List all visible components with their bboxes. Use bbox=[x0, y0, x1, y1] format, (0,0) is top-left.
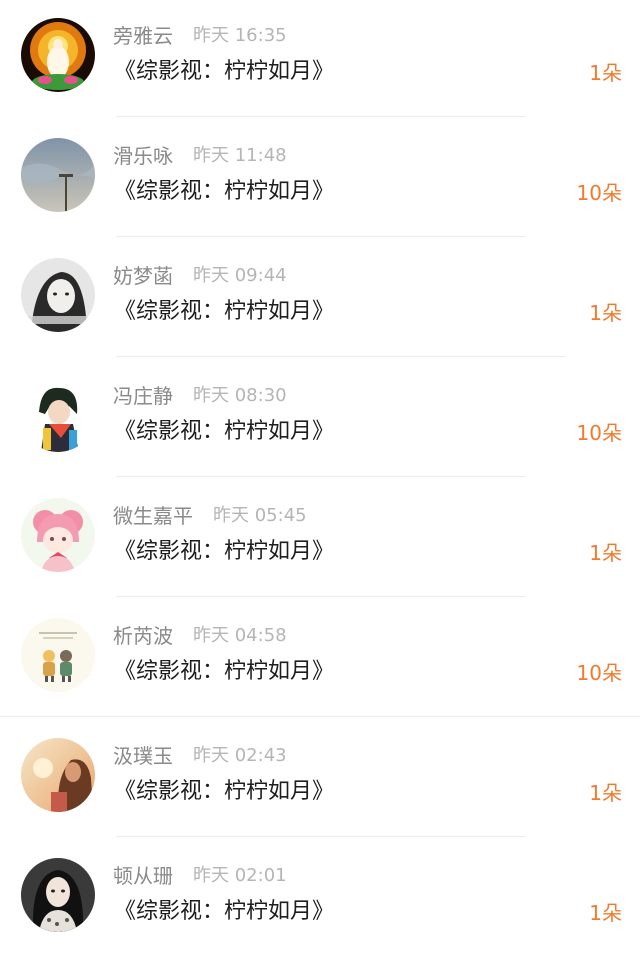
list-item[interactable]: 析芮波 昨天 04:58 《综影视：柠柠如月》 10朵 bbox=[0, 600, 640, 720]
row-divider bbox=[116, 116, 526, 117]
list-item[interactable]: 汲璞玉 昨天 02:43 《综影视：柠柠如月》 1朵 bbox=[0, 720, 640, 840]
gift-time: 昨天 04:58 bbox=[193, 625, 287, 646]
list-item[interactable]: 滑乐咏 昨天 11:48 《综影视：柠柠如月》 10朵 bbox=[0, 120, 640, 240]
list-item[interactable]: 妨梦菡 昨天 09:44 《综影视：柠柠如月》 1朵 bbox=[0, 240, 640, 360]
user-name[interactable]: 旁雅云 bbox=[113, 22, 173, 50]
gift-time: 昨天 05:45 bbox=[213, 505, 307, 526]
user-name[interactable]: 滑乐咏 bbox=[113, 142, 173, 170]
book-title[interactable]: 《综影视：柠柠如月》 bbox=[114, 55, 334, 89]
user-name[interactable]: 冯庄静 bbox=[113, 382, 173, 410]
gift-amount: 1朵 bbox=[589, 901, 622, 925]
gift-amount: 10朵 bbox=[576, 181, 622, 205]
gift-amount: 1朵 bbox=[589, 781, 622, 805]
row-divider bbox=[0, 716, 640, 717]
pink-anime-girl-avatar-icon[interactable] bbox=[21, 498, 95, 572]
gift-record-list: 旁雅云 昨天 16:35 《综影视：柠柠如月》 1朵 滑乐咏 昨天 11:48 bbox=[0, 0, 640, 958]
gift-time: 昨天 11:48 bbox=[193, 145, 287, 166]
user-name[interactable]: 汲璞玉 bbox=[113, 742, 173, 770]
row-divider bbox=[116, 836, 526, 837]
book-title[interactable]: 《综影视：柠柠如月》 bbox=[114, 655, 334, 689]
gift-time: 昨天 02:43 bbox=[193, 745, 287, 766]
book-title[interactable]: 《综影视：柠柠如月》 bbox=[114, 295, 334, 329]
gift-amount: 1朵 bbox=[589, 301, 622, 325]
gift-time: 昨天 16:35 bbox=[193, 25, 287, 46]
book-title[interactable]: 《综影视：柠柠如月》 bbox=[114, 775, 334, 809]
user-name[interactable]: 妨梦菡 bbox=[113, 262, 173, 290]
user-name[interactable]: 微生嘉平 bbox=[113, 502, 193, 530]
user-name[interactable]: 析芮波 bbox=[113, 622, 173, 650]
gift-amount: 10朵 bbox=[576, 421, 622, 445]
book-title[interactable]: 《综影视：柠柠如月》 bbox=[114, 895, 334, 929]
row-divider bbox=[116, 596, 526, 597]
sunset-girl-avatar-icon[interactable] bbox=[21, 738, 95, 812]
list-item[interactable]: 冯庄静 昨天 08:30 《综影视：柠柠如月》 10朵 bbox=[0, 360, 640, 480]
list-item[interactable]: 微生嘉平 昨天 05:45 《综影视：柠柠如月》 1朵 bbox=[0, 480, 640, 600]
gift-time: 昨天 02:01 bbox=[193, 865, 287, 886]
row-divider bbox=[116, 236, 526, 237]
list-item[interactable]: 顿从珊 昨天 02:01 《综影视：柠柠如月》 1朵 bbox=[0, 840, 640, 958]
user-name[interactable]: 顿从珊 bbox=[113, 862, 173, 890]
anime-boy-avatar-icon[interactable] bbox=[21, 378, 95, 452]
row-divider bbox=[116, 356, 566, 357]
gift-time: 昨天 08:30 bbox=[193, 385, 287, 406]
book-title[interactable]: 《综影视：柠柠如月》 bbox=[114, 175, 334, 209]
gift-amount: 1朵 bbox=[589, 61, 622, 85]
sky-lamp-avatar-icon[interactable] bbox=[21, 138, 95, 212]
gift-amount: 10朵 bbox=[576, 661, 622, 685]
list-item[interactable]: 旁雅云 昨天 16:35 《综影视：柠柠如月》 1朵 bbox=[0, 0, 640, 120]
girl-portrait-avatar-icon[interactable] bbox=[21, 858, 95, 932]
gift-amount: 1朵 bbox=[589, 541, 622, 565]
book-title[interactable]: 《综影视：柠柠如月》 bbox=[114, 535, 334, 569]
book-title[interactable]: 《综影视：柠柠如月》 bbox=[114, 415, 334, 449]
guanyin-avatar-icon[interactable] bbox=[21, 18, 95, 92]
cartoon-kids-avatar-icon[interactable] bbox=[21, 618, 95, 692]
gift-time: 昨天 09:44 bbox=[193, 265, 287, 286]
bw-portrait-avatar-icon[interactable] bbox=[21, 258, 95, 332]
row-divider bbox=[116, 476, 526, 477]
